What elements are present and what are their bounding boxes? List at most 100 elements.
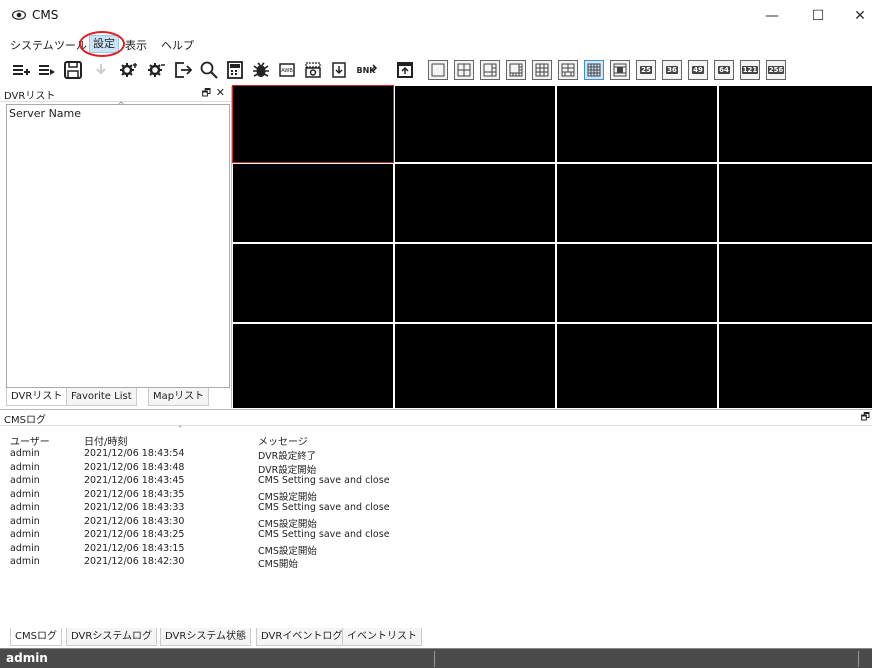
layout-6-button[interactable] xyxy=(480,60,500,80)
maximize-button[interactable]: ☐ xyxy=(798,4,838,28)
video-cell-5[interactable] xyxy=(233,164,393,242)
tab-cms-log[interactable]: CMSログ xyxy=(10,628,62,646)
layout-8-icon xyxy=(509,63,523,77)
sort-down-icon: ˇ xyxy=(178,426,183,436)
minimize-button[interactable]: — xyxy=(752,4,792,28)
menu-system[interactable]: システム xyxy=(10,37,54,53)
video-cell-9[interactable] xyxy=(233,244,393,322)
layout-121-label: 121 xyxy=(741,66,759,74)
calendar-icon[interactable] xyxy=(394,59,416,81)
video-cell-6[interactable] xyxy=(395,164,555,242)
tab-favorite-list[interactable]: Favorite List xyxy=(66,388,137,406)
log-row[interactable]: admin 2021/12/06 18:43:30 CMS設定開始 xyxy=(10,516,870,530)
layout-64-button[interactable]: 64 xyxy=(714,60,734,80)
video-cell-3[interactable] xyxy=(557,86,717,162)
log-message-cell: CMS開始 xyxy=(258,559,298,570)
log-rows: admin 2021/12/06 18:43:54 DVR設定終了 admin 2021… xyxy=(10,448,870,570)
log-row[interactable]: admin 2021/12/06 18:43:45 CMS Setting save… xyxy=(10,475,870,489)
tab-dvr-list[interactable]: DVRリスト xyxy=(6,388,68,406)
menu-help[interactable]: ヘルプ xyxy=(161,37,194,53)
video-cell-2[interactable] xyxy=(395,86,555,162)
video-cell-7[interactable] xyxy=(557,164,717,242)
log-row[interactable]: admin 2021/12/06 18:43:25 CMS Setting save… xyxy=(10,529,870,543)
layout-13-button[interactable] xyxy=(610,60,630,80)
layout-36-label: 36 xyxy=(666,66,678,74)
layout-25-button[interactable]: 25 xyxy=(636,60,656,80)
tab-dvr-system-status[interactable]: DVRシステム状態 xyxy=(160,628,252,646)
close-panel-icon[interactable]: ✕ xyxy=(216,86,225,99)
import-icon[interactable] xyxy=(328,59,350,81)
snapshot-icon[interactable] xyxy=(302,59,324,81)
video-cell-12[interactable] xyxy=(719,244,872,322)
video-cell-13[interactable] xyxy=(233,324,393,408)
float-panel-icon[interactable]: 🗗 xyxy=(202,86,211,103)
layout-256-label: 256 xyxy=(767,66,785,74)
log-table[interactable]: ユーザー 日付/時刻 ˇ メッセージ admin 2021/12/06 18:43… xyxy=(10,426,870,570)
log-message-cell: CMS設定開始 xyxy=(258,491,317,503)
log-message-cell: DVR設定開始 xyxy=(258,464,317,476)
dvr-list-panel: DVRリスト 🗗 ✕ Server Name ^ DVRリスト Favorite… xyxy=(0,86,232,408)
user-column-header[interactable]: ユーザー xyxy=(10,433,50,448)
settings-icon[interactable] xyxy=(118,59,140,81)
video-cell-14[interactable] xyxy=(395,324,555,408)
awb-icon[interactable]: AWB xyxy=(276,59,298,81)
layout-36-button[interactable]: 36 xyxy=(662,60,682,80)
layout-1-button[interactable] xyxy=(428,60,448,80)
layout-8-button[interactable] xyxy=(506,60,526,80)
layout-121-button[interactable]: 121 xyxy=(740,60,760,80)
video-cell-10[interactable] xyxy=(395,244,555,322)
logout-icon[interactable] xyxy=(172,59,194,81)
cms-log-title: CMSログ xyxy=(4,415,46,426)
tab-dvr-system-log[interactable]: DVRシステムログ xyxy=(66,628,158,646)
add-list-icon[interactable] xyxy=(10,59,32,81)
layout-1-icon xyxy=(431,63,445,77)
bug-icon[interactable] xyxy=(250,59,272,81)
server-list[interactable]: Server Name ^ xyxy=(6,101,230,388)
log-row[interactable]: admin 2021/12/06 18:43:48 DVR設定開始 xyxy=(10,462,870,476)
log-user-cell: admin xyxy=(10,529,40,540)
video-cell-15[interactable] xyxy=(557,324,717,408)
eye-icon xyxy=(12,10,26,20)
video-cell-4[interactable] xyxy=(719,86,872,162)
bnk-icon[interactable]: BNK xyxy=(354,59,378,81)
layout-49-button[interactable]: 49 xyxy=(688,60,708,80)
message-column-header[interactable]: メッセージ xyxy=(258,433,308,448)
search-icon[interactable] xyxy=(198,59,220,81)
layout-4-button[interactable] xyxy=(454,60,474,80)
calculator-icon[interactable] xyxy=(224,59,246,81)
log-date-cell: 2021/12/06 18:43:35 xyxy=(84,488,185,500)
log-row[interactable]: admin 2021/12/06 18:43:54 DVR設定終了 xyxy=(10,448,870,462)
log-message-cell: CMS設定開始 xyxy=(258,545,317,557)
menu-view[interactable]: 表示 xyxy=(125,37,147,53)
video-cell-8[interactable] xyxy=(719,164,872,242)
tab-dvr-event-log[interactable]: DVRイベントログ xyxy=(256,628,348,646)
awb-label: AWB xyxy=(281,68,293,74)
log-row[interactable]: admin 2021/12/06 18:43:33 CMS Setting save… xyxy=(10,502,870,516)
save-icon[interactable] xyxy=(62,59,84,81)
layout-9-button[interactable] xyxy=(532,60,552,80)
cms-log-panel: CMSログ 🗗 ユーザー 日付/時刻 ˇ メッセージ admin 2021/12/… xyxy=(0,409,872,647)
log-row[interactable]: admin 2021/12/06 18:43:35 CMS設定開始 xyxy=(10,489,870,503)
video-cell-1[interactable] xyxy=(232,85,394,163)
video-cell-16[interactable] xyxy=(719,324,872,408)
remove-list-icon[interactable] xyxy=(36,59,58,81)
layout-64-label: 64 xyxy=(718,66,730,74)
log-row[interactable]: admin 2021/12/06 18:42:30 CMS開始 xyxy=(10,556,870,570)
server-name-column-header[interactable]: Server Name xyxy=(9,107,81,120)
dvr-list-header: DVRリスト 🗗 ✕ xyxy=(0,86,231,102)
layout-256-button[interactable]: 256 xyxy=(766,60,786,80)
log-row[interactable]: admin 2021/12/06 18:43:15 CMS設定開始 xyxy=(10,543,870,557)
menu-bar: システム ツール 設定 表示 ヘルプ xyxy=(0,34,872,54)
float-log-panel-icon[interactable]: 🗗 xyxy=(861,410,870,427)
date-column-header[interactable]: 日付/時刻 xyxy=(84,433,127,448)
sort-up-icon: ^ xyxy=(117,101,126,112)
settings-alt-icon[interactable] xyxy=(146,59,168,81)
close-button[interactable]: ✕ xyxy=(840,4,872,28)
tab-event-list[interactable]: イベントリスト xyxy=(342,628,422,646)
status-divider xyxy=(858,651,859,667)
layout-10-button[interactable] xyxy=(558,60,578,80)
tab-map-list[interactable]: Mapリスト xyxy=(148,388,210,406)
download-icon[interactable] xyxy=(90,59,112,81)
video-cell-11[interactable] xyxy=(557,244,717,322)
layout-16-button[interactable] xyxy=(584,60,604,80)
